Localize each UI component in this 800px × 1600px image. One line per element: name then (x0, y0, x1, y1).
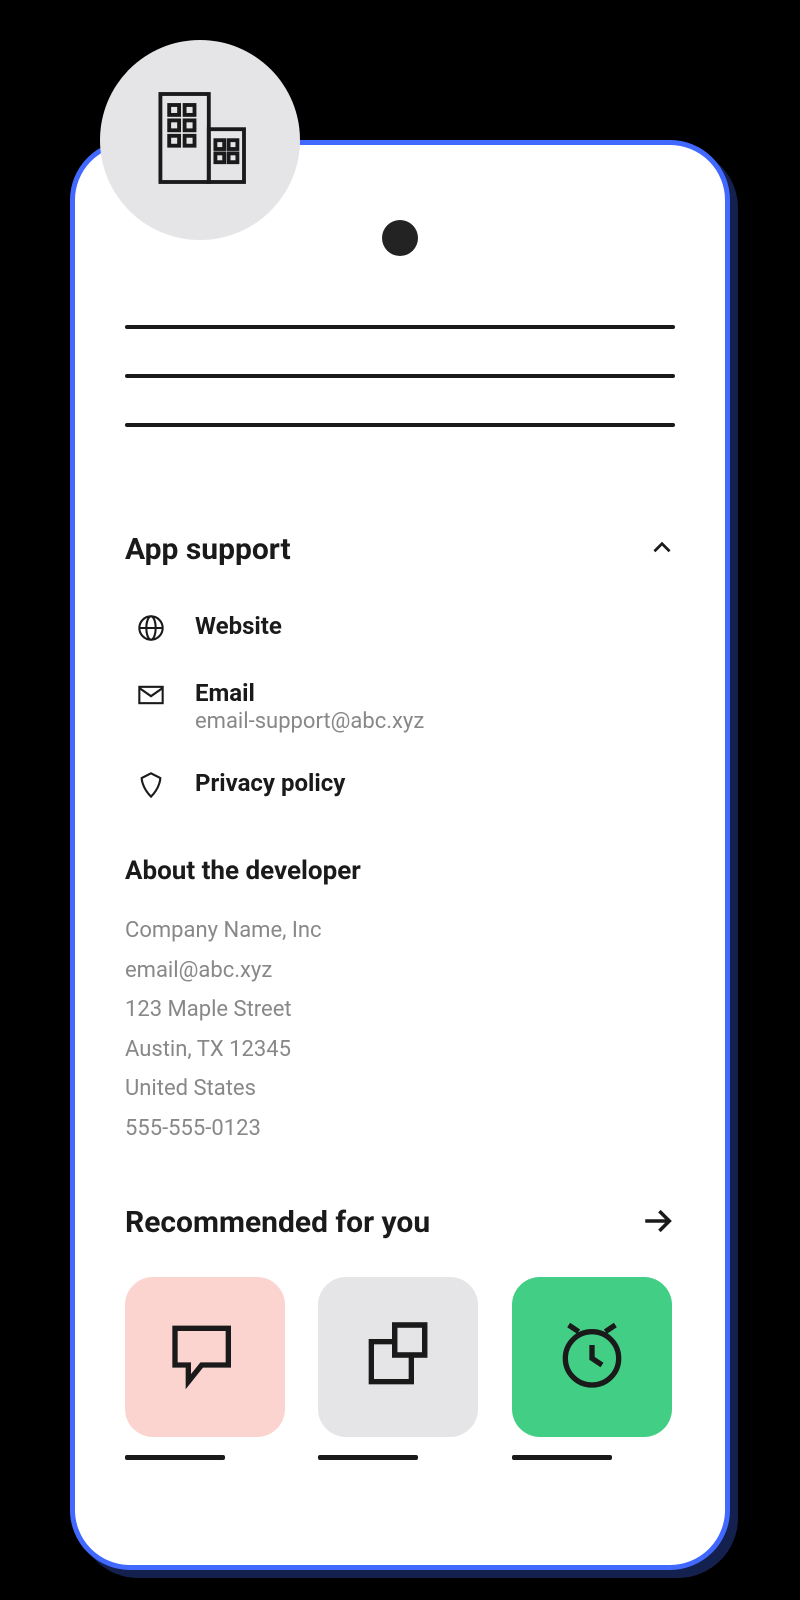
support-item-privacy[interactable]: Privacy policy (125, 769, 675, 801)
about-developer-title: About the developer (125, 856, 675, 886)
alarm-icon (552, 1315, 632, 1399)
developer-city: Austin, TX 12345 (125, 1030, 675, 1070)
developer-phone: 555-555-0123 (125, 1109, 675, 1149)
support-item-subtext: email-support@abc.xyz (195, 709, 675, 734)
developer-company: Company Name, Inc (125, 911, 675, 951)
recommended-app-card[interactable] (125, 1277, 288, 1460)
recommended-app-card[interactable] (318, 1277, 481, 1460)
copy-icon (358, 1315, 438, 1399)
app-title-placeholder (318, 1455, 418, 1460)
app-title-placeholder (125, 1455, 225, 1460)
chevron-up-icon (649, 535, 675, 565)
chat-icon (165, 1315, 245, 1399)
support-item-label: Website (195, 612, 675, 640)
phone-frame: App support Website (70, 140, 730, 1570)
arrow-right-icon (641, 1204, 675, 1242)
about-developer-section: About the developer Company Name, Inc em… (125, 856, 675, 1149)
app-title-placeholder (512, 1455, 612, 1460)
mail-icon (135, 679, 167, 711)
support-item-website[interactable]: Website (125, 612, 675, 644)
recommended-header[interactable]: Recommended for you (125, 1204, 675, 1242)
shield-icon (135, 769, 167, 801)
company-badge (100, 40, 300, 240)
app-icon-tile (318, 1277, 478, 1437)
app-support-header[interactable]: App support (125, 532, 675, 567)
app-support-title: App support (125, 532, 291, 567)
screen-content: App support Website (75, 145, 725, 1460)
support-item-label: Privacy policy (195, 769, 675, 797)
recommended-app-card[interactable] (512, 1277, 675, 1460)
recommended-section: Recommended for you (125, 1204, 675, 1460)
placeholder-text-lines (125, 325, 675, 427)
recommended-title: Recommended for you (125, 1205, 430, 1240)
developer-country: United States (125, 1069, 675, 1109)
app-icon-tile (512, 1277, 672, 1437)
building-icon (145, 83, 255, 197)
recommended-apps-row (125, 1277, 675, 1460)
developer-street: 123 Maple Street (125, 990, 675, 1030)
support-item-label: Email (195, 679, 675, 707)
support-item-email[interactable]: Email email-support@abc.xyz (125, 679, 675, 734)
globe-icon (135, 612, 167, 644)
camera-cutout (382, 220, 418, 256)
app-icon-tile (125, 1277, 285, 1437)
developer-email: email@abc.xyz (125, 951, 675, 991)
